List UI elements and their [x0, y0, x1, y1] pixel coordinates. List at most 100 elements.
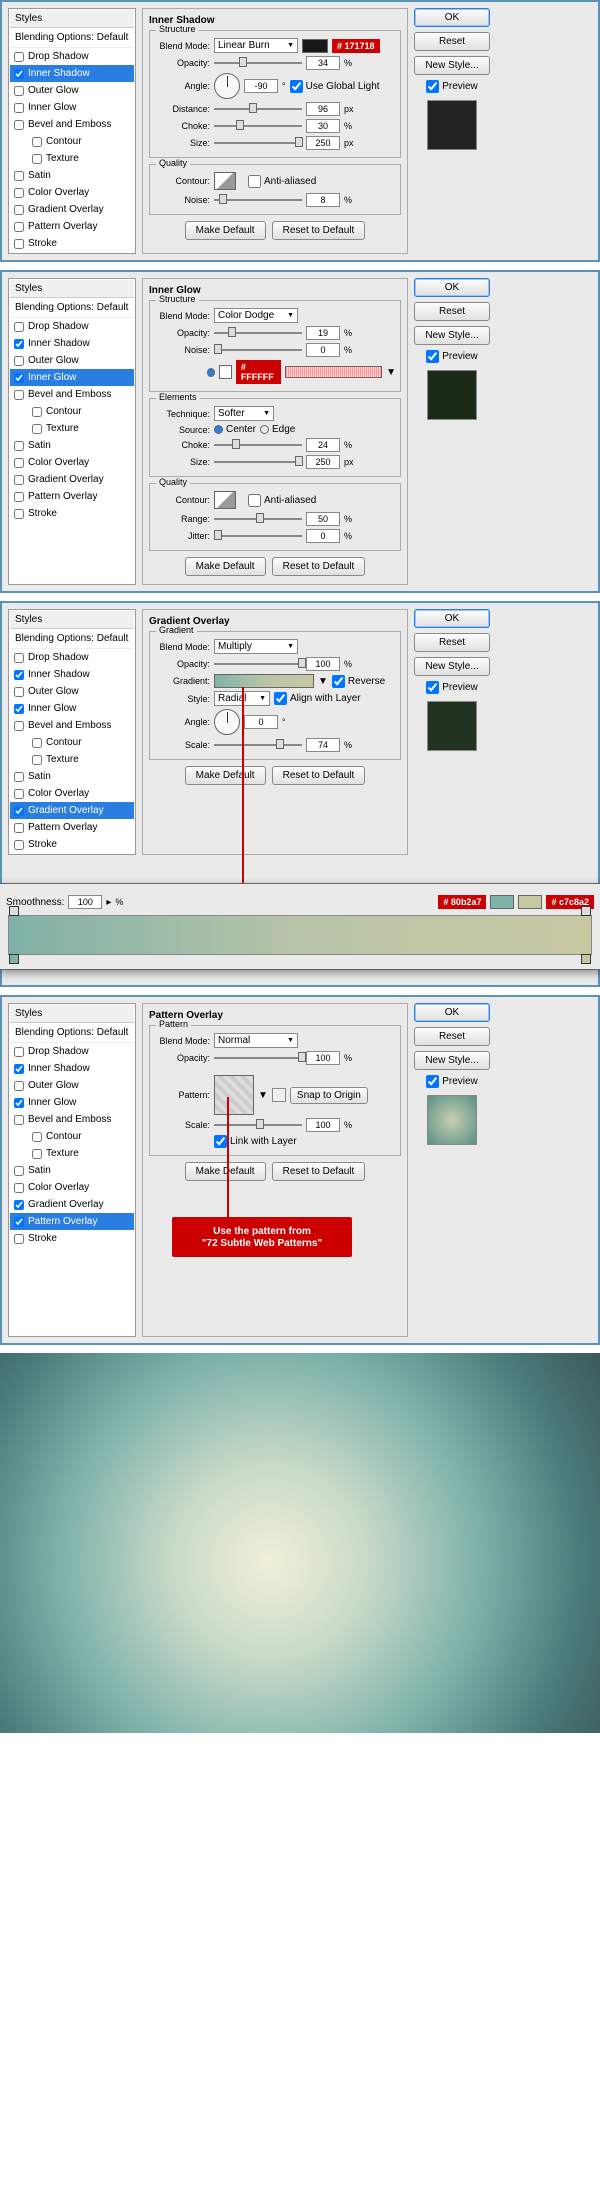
- pattern-picker[interactable]: [214, 1075, 254, 1115]
- noise-value[interactable]: 0: [306, 343, 340, 357]
- checkbox[interactable]: [14, 205, 24, 215]
- effect-inner-shadow[interactable]: Inner Shadow: [10, 1060, 134, 1077]
- effect-contour[interactable]: Contour: [10, 734, 134, 751]
- new-style-button[interactable]: New Style...: [414, 1051, 490, 1070]
- size-value[interactable]: 250: [306, 455, 340, 469]
- effect-outer-glow[interactable]: Outer Glow: [10, 1077, 134, 1094]
- checkbox[interactable]: [14, 86, 24, 96]
- checkbox[interactable]: [14, 171, 24, 181]
- size-slider[interactable]: [214, 137, 302, 149]
- opacity-value[interactable]: 100: [306, 657, 340, 671]
- anti-aliased[interactable]: Anti-aliased: [248, 494, 316, 507]
- choke-value[interactable]: 24: [306, 438, 340, 452]
- opacity-slider[interactable]: [214, 57, 302, 69]
- jitter-value[interactable]: 0: [306, 529, 340, 543]
- reset-button[interactable]: Reset: [414, 302, 490, 321]
- color-stop[interactable]: [9, 954, 19, 964]
- effect-outer-glow[interactable]: Outer Glow: [10, 683, 134, 700]
- range-slider[interactable]: [214, 513, 302, 525]
- scale-value[interactable]: 74: [306, 738, 340, 752]
- effect-stroke[interactable]: Stroke: [10, 235, 134, 252]
- chevron-down-icon[interactable]: ▼: [386, 367, 396, 378]
- source-center[interactable]: Center: [214, 424, 256, 435]
- technique-select[interactable]: Softer▼: [214, 406, 274, 421]
- effect-bevel[interactable]: Bevel and Emboss: [10, 386, 134, 403]
- ok-button[interactable]: OK: [414, 609, 490, 628]
- new-style-button[interactable]: New Style...: [414, 56, 490, 75]
- make-default-button[interactable]: Make Default: [185, 221, 266, 240]
- reset-button[interactable]: Reset: [414, 32, 490, 51]
- effect-satin[interactable]: Satin: [10, 437, 134, 454]
- distance-value[interactable]: 96: [306, 102, 340, 116]
- align-layer-toggle[interactable]: Align with Layer: [274, 692, 361, 705]
- blending-options[interactable]: Blending Options: Default: [10, 1023, 134, 1043]
- opacity-slider[interactable]: [214, 658, 302, 670]
- blend-mode-select[interactable]: Linear Burn▼: [214, 38, 298, 53]
- gradient-preview[interactable]: [214, 674, 314, 688]
- effect-stroke[interactable]: Stroke: [10, 1230, 134, 1247]
- ok-button[interactable]: OK: [414, 278, 490, 297]
- effect-gradient-overlay[interactable]: Gradient Overlay: [10, 471, 134, 488]
- make-default-button[interactable]: Make Default: [185, 557, 266, 576]
- effect-contour[interactable]: Contour: [10, 133, 134, 150]
- gradient-bar[interactable]: [8, 915, 592, 955]
- reset-button[interactable]: Reset: [414, 633, 490, 652]
- effect-inner-shadow[interactable]: Inner Shadow: [10, 65, 134, 82]
- effect-color-overlay[interactable]: Color Overlay: [10, 454, 134, 471]
- contour-picker[interactable]: [214, 172, 236, 190]
- effect-drop-shadow[interactable]: Drop Shadow: [10, 48, 134, 65]
- choke-slider[interactable]: [214, 439, 302, 451]
- anti-aliased[interactable]: Anti-aliased: [248, 175, 316, 188]
- blend-mode-select[interactable]: Color Dodge▼: [214, 308, 298, 323]
- effect-inner-shadow[interactable]: Inner Shadow: [10, 666, 134, 683]
- reset-default-button[interactable]: Reset to Default: [272, 221, 366, 240]
- blend-mode-select[interactable]: Normal▼: [214, 1033, 298, 1048]
- color-swatch[interactable]: [302, 39, 328, 53]
- effect-color-overlay[interactable]: Color Overlay: [10, 1179, 134, 1196]
- effect-gradient-overlay[interactable]: Gradient Overlay: [10, 802, 134, 819]
- effect-contour[interactable]: Contour: [10, 403, 134, 420]
- effect-gradient-overlay[interactable]: Gradient Overlay: [10, 201, 134, 218]
- effect-pattern-overlay[interactable]: Pattern Overlay: [10, 218, 134, 235]
- new-style-button[interactable]: New Style...: [414, 326, 490, 345]
- effect-gradient-overlay[interactable]: Gradient Overlay: [10, 1196, 134, 1213]
- new-style-button[interactable]: New Style...: [414, 657, 490, 676]
- opacity-value[interactable]: 19: [306, 326, 340, 340]
- noise-value[interactable]: 8: [306, 193, 340, 207]
- effect-color-overlay[interactable]: Color Overlay: [10, 184, 134, 201]
- chevron-down-icon[interactable]: ▼: [318, 676, 328, 687]
- effect-inner-glow[interactable]: Inner Glow: [10, 369, 134, 386]
- effect-satin[interactable]: Satin: [10, 768, 134, 785]
- scale-slider[interactable]: [214, 739, 302, 751]
- opacity-stop[interactable]: [581, 906, 591, 916]
- effect-texture[interactable]: Texture: [10, 1145, 134, 1162]
- gradient-preview[interactable]: [285, 366, 382, 378]
- effect-inner-glow[interactable]: Inner Glow: [10, 700, 134, 717]
- make-default-button[interactable]: Make Default: [185, 766, 266, 785]
- chevron-down-icon[interactable]: ▸: [106, 897, 111, 908]
- distance-slider[interactable]: [214, 103, 302, 115]
- noise-slider[interactable]: [214, 194, 302, 206]
- opacity-value[interactable]: 34: [306, 56, 340, 70]
- color-stop[interactable]: [581, 954, 591, 964]
- blending-options[interactable]: Blending Options: Default: [10, 28, 134, 48]
- preview-toggle[interactable]: Preview: [414, 350, 490, 363]
- effect-contour[interactable]: Contour: [10, 1128, 134, 1145]
- noise-slider[interactable]: [214, 344, 302, 356]
- angle-value[interactable]: 0: [244, 715, 278, 729]
- angle-dial[interactable]: [214, 73, 240, 99]
- reset-default-button[interactable]: Reset to Default: [272, 557, 366, 576]
- checkbox[interactable]: [14, 103, 24, 113]
- effect-texture[interactable]: Texture: [10, 751, 134, 768]
- reset-default-button[interactable]: Reset to Default: [272, 766, 366, 785]
- preview-toggle[interactable]: Preview: [414, 80, 490, 93]
- blending-options[interactable]: Blending Options: Default: [10, 298, 134, 318]
- effect-drop-shadow[interactable]: Drop Shadow: [10, 1043, 134, 1060]
- checkbox[interactable]: [32, 137, 42, 147]
- use-global-light[interactable]: Use Global Light: [290, 80, 380, 93]
- effect-satin[interactable]: Satin: [10, 167, 134, 184]
- chevron-down-icon[interactable]: ▼: [258, 1090, 268, 1101]
- effect-texture[interactable]: Texture: [10, 150, 134, 167]
- effect-inner-glow[interactable]: Inner Glow: [10, 1094, 134, 1111]
- reset-button[interactable]: Reset: [414, 1027, 490, 1046]
